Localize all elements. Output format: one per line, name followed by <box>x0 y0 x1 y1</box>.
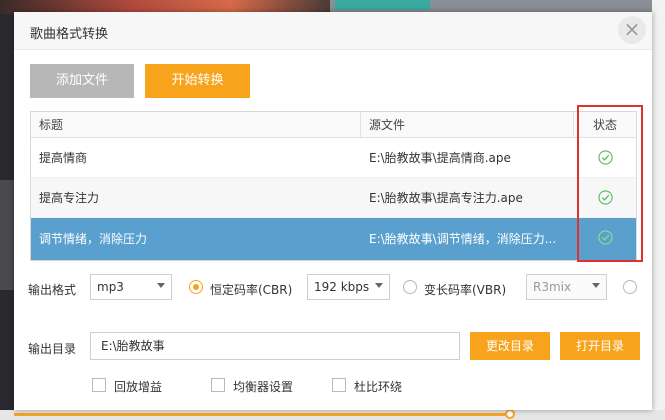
table-header: 标题 源文件 状态 <box>31 112 636 138</box>
table-row[interactable]: 提高情商 E:\胎教故事\提高情商.ape <box>31 138 636 178</box>
background-app-right-edge <box>652 0 665 420</box>
output-dir-label: 输出目录 <box>28 342 77 356</box>
cbr-label: 恒定码率(CBR) <box>210 283 293 297</box>
column-header-source[interactable]: 源文件 <box>361 112 574 138</box>
output-format-label: 输出格式 <box>28 283 77 297</box>
vbr-preset-select[interactable]: R3mix <box>526 274 607 300</box>
start-convert-button[interactable]: 开始转换 <box>145 64 250 98</box>
row-title: 提高情商 <box>39 151 88 165</box>
dialog-title: 歌曲格式转换 <box>30 27 109 42</box>
background-app-tab <box>335 0 430 10</box>
row-source: E:\胎教故事\提高专注力.ape <box>369 191 523 205</box>
dolby-surround-checkbox[interactable] <box>332 378 346 392</box>
equalizer-label: 均衡器设置 <box>233 380 294 394</box>
format-convert-dialog: 歌曲格式转换 × 添加文件 开始转换 标题 源文件 状态 提高情商 E:\胎教故… <box>14 12 652 410</box>
add-file-button[interactable]: 添加文件 <box>30 64 134 98</box>
chevron-down-icon <box>375 283 383 288</box>
status-highlight-box <box>577 105 643 262</box>
cbr-radio[interactable] <box>189 280 203 294</box>
row-title: 调节情绪，消除压力 <box>39 232 148 246</box>
background-progress-bar <box>14 413 514 416</box>
table-row-selected[interactable]: 调节情绪，消除压力 E:\胎教故事\调节情绪，消除压力... <box>31 218 636 260</box>
replay-gain-label: 回放增益 <box>114 380 163 394</box>
table-row[interactable]: 提高专注力 E:\胎教故事\提高专注力.ape <box>31 178 636 218</box>
output-dir-field[interactable]: E:\胎教故事 <box>90 332 460 360</box>
chevron-down-icon <box>157 283 165 288</box>
background-progress-handle[interactable] <box>505 409 515 419</box>
extra-radio[interactable] <box>623 280 637 294</box>
cbr-bitrate-select[interactable]: 192 kbps <box>307 274 390 300</box>
change-dir-button[interactable]: 更改目录 <box>470 332 550 360</box>
open-dir-button[interactable]: 打开目录 <box>560 332 640 360</box>
song-table: 标题 源文件 状态 提高情商 E:\胎教故事\提高情商.ape 提高专注力 E:… <box>30 111 637 261</box>
row-source: E:\胎教故事\提高情商.ape <box>369 151 511 165</box>
replay-gain-checkbox[interactable] <box>92 378 106 392</box>
output-format-select[interactable]: mp3 <box>90 274 172 300</box>
close-icon[interactable]: × <box>618 16 646 44</box>
row-title: 提高专注力 <box>39 191 100 205</box>
chevron-down-icon <box>592 283 600 288</box>
dialog-titlebar: 歌曲格式转换 × <box>14 12 652 50</box>
vbr-label: 变长码率(VBR) <box>424 283 507 297</box>
column-header-title[interactable]: 标题 <box>31 112 361 138</box>
vbr-radio[interactable] <box>403 280 417 294</box>
background-app-sidebar-panel <box>0 180 14 290</box>
dolby-surround-label: 杜比环绕 <box>354 380 403 394</box>
equalizer-checkbox[interactable] <box>211 378 225 392</box>
row-source: E:\胎教故事\调节情绪，消除压力... <box>369 232 557 246</box>
